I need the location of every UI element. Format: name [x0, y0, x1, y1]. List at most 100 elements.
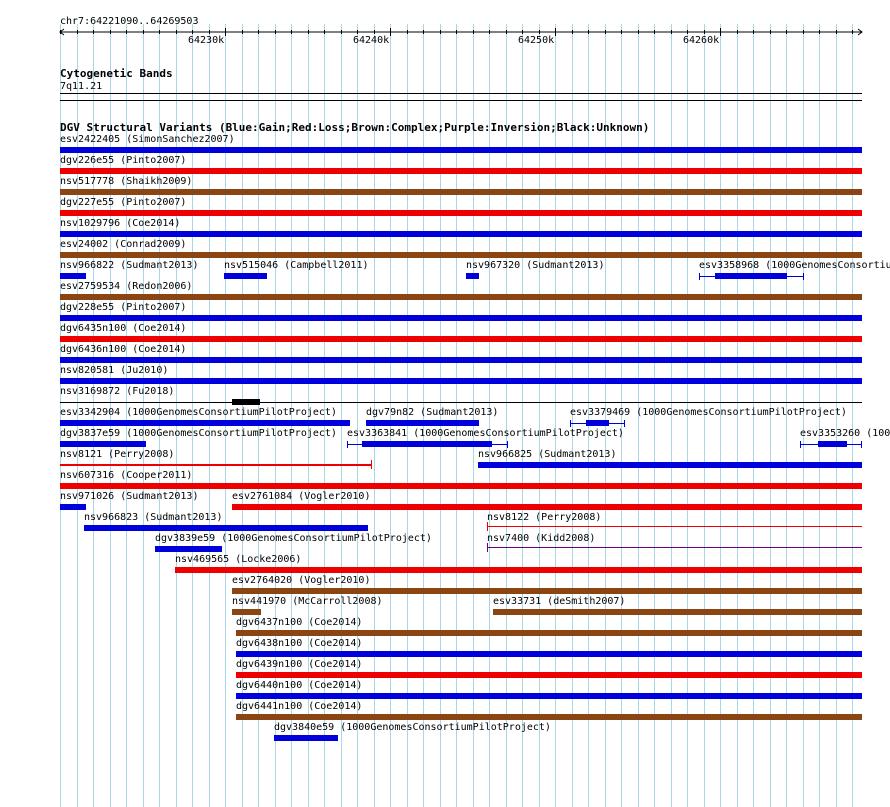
variant-label-nsv3169872[interactable]: nsv3169872 (Fu2018) [60, 386, 174, 397]
variant-bar-nsv967320[interactable] [466, 273, 479, 279]
variant-label-nsv8121[interactable]: nsv8121 (Perry2008) [60, 449, 174, 460]
ruler-tick-64260k: 64260k [683, 35, 720, 46]
variant-label-esv3379469[interactable]: esv3379469 (1000GenomesConsortiumPilotPr… [570, 407, 847, 418]
variant-label-nsv1029796[interactable]: nsv1029796 (Coe2014) [60, 218, 180, 229]
variant-core [362, 441, 492, 447]
variant-bar-esv24002[interactable] [60, 252, 862, 258]
cytoband-band[interactable] [60, 93, 862, 94]
variant-label-esv3353260[interactable]: esv3353260 (100 [800, 428, 890, 439]
variant-bar-esv33731[interactable] [493, 609, 862, 615]
variant-end-tick [487, 543, 488, 552]
variant-label-esv2761084[interactable]: esv2761084 (Vogler2010) [232, 491, 370, 502]
variant-label-nsv967320[interactable]: nsv967320 (Sudmant2013) [466, 260, 604, 271]
variant-core [818, 441, 847, 447]
variant-label-esv24002[interactable]: esv24002 (Conrad2009) [60, 239, 186, 250]
variant-label-dgv6437n100[interactable]: dgv6437n100 (Coe2014) [236, 617, 362, 628]
variant-label-dgv3839e59[interactable]: dgv3839e59 (1000GenomesConsortiumPilotPr… [155, 533, 432, 544]
variant-label-dgv6441n100[interactable]: dgv6441n100 (Coe2014) [236, 701, 362, 712]
variant-bar-nsv820581[interactable] [60, 378, 862, 384]
variant-label-esv33731[interactable]: esv33731 (deSmith2007) [493, 596, 625, 607]
variant-bar-esv3342904[interactable] [60, 420, 350, 426]
variant-label-dgv227e55[interactable]: dgv227e55 (Pinto2007) [60, 197, 186, 208]
variant-bar-dgv6439n100[interactable] [236, 672, 862, 678]
variant-bar-nsv517778[interactable] [60, 189, 862, 195]
variant-label-nsv607316[interactable]: nsv607316 (Cooper2011) [60, 470, 192, 481]
variant-bar-nsv971026[interactable] [60, 504, 86, 510]
genome-browser-view: chr7:64221090..64269503 64230k 64240k 64… [0, 0, 890, 807]
variant-label-nsv517778[interactable]: nsv517778 (Shaikh2009) [60, 176, 192, 187]
variant-feature-esv3358968[interactable] [699, 271, 806, 281]
variant-bar-dgv6437n100[interactable] [236, 630, 862, 636]
variant-label-dgv6438n100[interactable]: dgv6438n100 (Coe2014) [236, 638, 362, 649]
variant-label-nsv7400[interactable]: nsv7400 (Kidd2008) [487, 533, 595, 544]
variant-bar-dgv79n82[interactable] [366, 420, 479, 426]
ruler-tick-64240k: 64240k [353, 35, 390, 46]
variant-bar-esv2759534[interactable] [60, 294, 862, 300]
variant-label-nsv820581[interactable]: nsv820581 (Ju2010) [60, 365, 168, 376]
variant-label-esv3358968[interactable]: esv3358968 (1000GenomesConsortiu [699, 260, 890, 271]
cytoband-track-title: Cytogenetic Bands [60, 67, 173, 80]
variant-bar-dgv3839e59[interactable] [155, 546, 222, 552]
variant-bar-dgv228e55[interactable] [60, 315, 862, 321]
ruler-tick-64250k: 64250k [518, 35, 555, 46]
variant-bar-nsv607316[interactable] [60, 483, 862, 489]
variant-bar-nsv966822[interactable] [60, 273, 86, 279]
variant-bar-nsv966825[interactable] [478, 462, 862, 468]
variant-label-nsv966823[interactable]: nsv966823 (Sudmant2013) [84, 512, 222, 523]
variant-label-nsv8122[interactable]: nsv8122 (Perry2008) [487, 512, 601, 523]
variant-label-nsv966822[interactable]: nsv966822 (Sudmant2013) [60, 260, 198, 271]
variant-label-dgv6435n100[interactable]: dgv6435n100 (Coe2014) [60, 323, 186, 334]
variant-label-dgv6436n100[interactable]: dgv6436n100 (Coe2014) [60, 344, 186, 355]
variant-label-dgv3837e59[interactable]: dgv3837e59 (1000GenomesConsortiumPilotPr… [60, 428, 337, 439]
variant-label-nsv469565[interactable]: nsv469565 (Locke2006) [175, 554, 301, 565]
variant-label-nsv441970[interactable]: nsv441970 (McCarroll2008) [232, 596, 383, 607]
variant-label-esv2764020[interactable]: esv2764020 (Vogler2010) [232, 575, 370, 586]
variant-label-esv3363841[interactable]: esv3363841 (1000GenomesConsortiumPilotPr… [347, 428, 624, 439]
variant-bar-nsv966823[interactable] [84, 525, 368, 531]
variant-end-tick [487, 522, 488, 531]
variant-label-nsv971026[interactable]: nsv971026 (Sudmant2013) [60, 491, 198, 502]
variant-label-dgv6439n100[interactable]: dgv6439n100 (Coe2014) [236, 659, 362, 670]
variant-bar-nsv8121[interactable] [60, 464, 372, 466]
track-divider [60, 100, 862, 101]
variant-label-dgv6440n100[interactable]: dgv6440n100 (Coe2014) [236, 680, 362, 691]
variant-label-esv2759534[interactable]: esv2759534 (Redon2006) [60, 281, 192, 292]
variant-bar-dgv227e55[interactable] [60, 210, 862, 216]
variant-bar-dgv3840e59[interactable] [274, 735, 338, 741]
variant-bar-nsv8122[interactable] [487, 526, 862, 527]
variant-label-nsv966825[interactable]: nsv966825 (Sudmant2013) [478, 449, 616, 460]
variant-bar-dgv6440n100[interactable] [236, 693, 862, 699]
dgv-track-title: DGV Structural Variants (Blue:Gain;Red:L… [60, 121, 650, 134]
ruler-arrow[interactable] [0, 24, 890, 44]
variant-bar-dgv6441n100[interactable] [236, 714, 862, 720]
variant-bar-nsv441970[interactable] [232, 609, 261, 615]
variant-feature-esv3353260[interactable] [800, 439, 864, 449]
variant-label-nsv515046[interactable]: nsv515046 (Campbell2011) [224, 260, 369, 271]
variant-bar-nsv469565[interactable] [175, 567, 862, 573]
variant-bar-esv2422405[interactable] [60, 147, 862, 153]
row-separator [60, 402, 862, 403]
variant-bar-nsv7400[interactable] [487, 547, 862, 548]
variant-label-dgv79n82[interactable]: dgv79n82 (Sudmant2013) [366, 407, 498, 418]
cytoband-label: 7q11.21 [60, 81, 103, 92]
variant-bar-dgv6438n100[interactable] [236, 651, 862, 657]
variant-bar-dgv226e55[interactable] [60, 168, 862, 174]
variant-label-dgv228e55[interactable]: dgv228e55 (Pinto2007) [60, 302, 186, 313]
variant-core [586, 420, 609, 426]
variant-end-tick [371, 460, 372, 469]
variant-feature-esv3363841[interactable] [347, 439, 510, 449]
variant-bar-esv2764020[interactable] [232, 588, 862, 594]
variant-label-esv2422405[interactable]: esv2422405 (SimonSanchez2007) [60, 134, 235, 145]
variant-bar-nsv515046[interactable] [224, 273, 267, 279]
variant-bar-dgv3837e59[interactable] [60, 441, 146, 447]
variant-bar-dgv6436n100[interactable] [60, 357, 862, 363]
variant-feature-esv3379469[interactable] [570, 418, 627, 428]
variant-bar-dgv6435n100[interactable] [60, 336, 862, 342]
variant-core [715, 273, 787, 279]
variant-label-dgv226e55[interactable]: dgv226e55 (Pinto2007) [60, 155, 186, 166]
variant-label-esv3342904[interactable]: esv3342904 (1000GenomesConsortiumPilotPr… [60, 407, 337, 418]
variant-label-dgv3840e59[interactable]: dgv3840e59 (1000GenomesConsortiumPilotPr… [274, 722, 551, 733]
variant-bar-esv2761084[interactable] [232, 504, 862, 510]
variant-bar-nsv1029796[interactable] [60, 231, 862, 237]
ruler-tick-64230k: 64230k [188, 35, 225, 46]
